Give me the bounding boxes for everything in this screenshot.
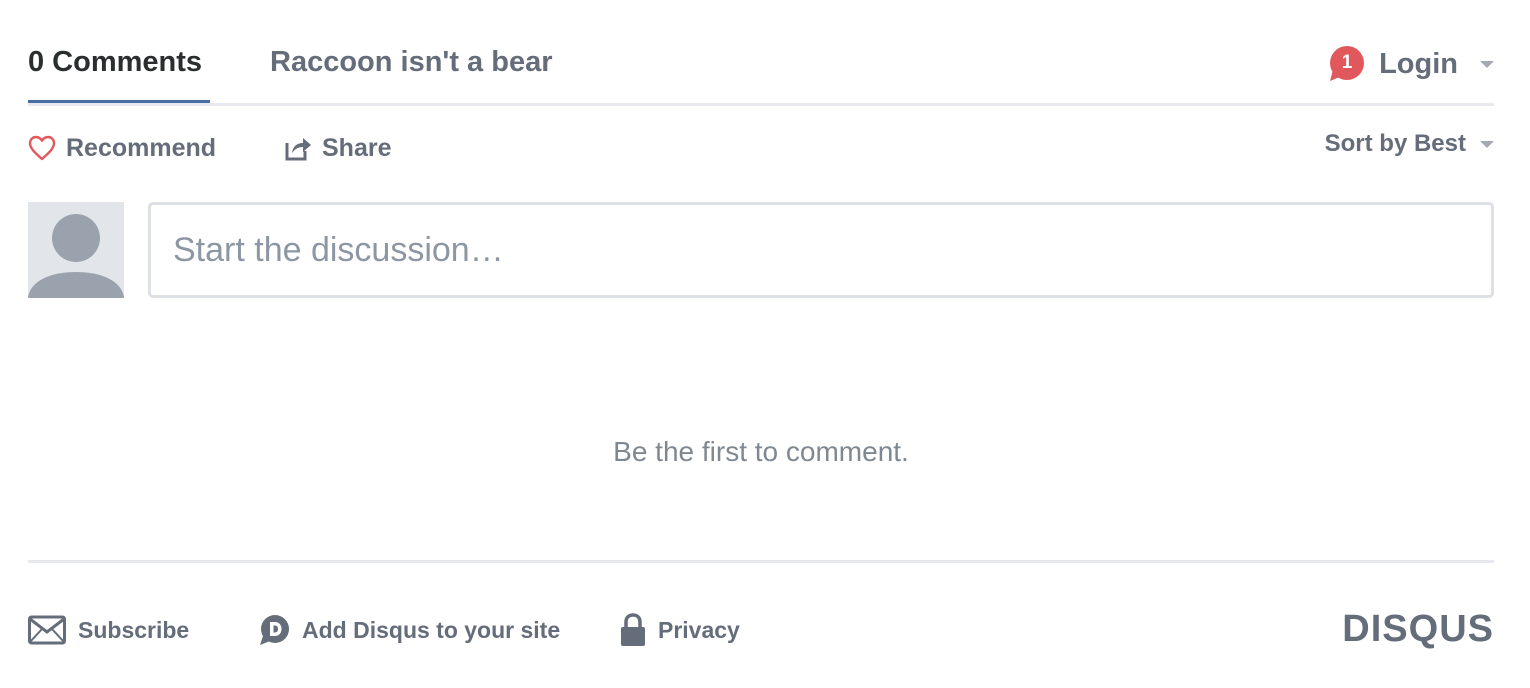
sort-label: Sort by Best bbox=[1324, 130, 1466, 157]
footer-divider bbox=[28, 560, 1494, 563]
disqus-logo-icon bbox=[260, 615, 289, 645]
add-disqus-link[interactable]: Add Disqus to your site bbox=[258, 612, 560, 648]
active-tab-indicator bbox=[28, 100, 210, 103]
comment-composer[interactable] bbox=[148, 202, 1494, 298]
subscribe-label: Subscribe bbox=[78, 616, 190, 643]
tab-comments[interactable]: 0 Comments bbox=[28, 46, 202, 79]
comment-input[interactable] bbox=[173, 230, 1469, 270]
notification-count: 1 bbox=[1341, 52, 1353, 73]
top-nav: 0 Comments Raccoon isn't a bear 1 Login bbox=[28, 0, 1494, 106]
login-menu[interactable]: 1 Login bbox=[1329, 44, 1494, 84]
privacy-label: Privacy bbox=[658, 616, 740, 643]
notification-badge[interactable]: 1 bbox=[1329, 46, 1365, 82]
subscribe-link[interactable]: Subscribe bbox=[28, 612, 189, 648]
empty-state-message: Be the first to comment. bbox=[613, 436, 909, 467]
recommend-button[interactable]: Recommend bbox=[28, 128, 216, 168]
sort-dropdown[interactable]: Sort by Best bbox=[1325, 124, 1494, 164]
disqus-thread: 0 Comments Raccoon isn't a bear 1 Login … bbox=[28, 0, 1494, 688]
share-label: Share bbox=[322, 133, 392, 162]
chevron-down-icon bbox=[1480, 140, 1494, 148]
chevron-down-icon bbox=[1480, 60, 1494, 68]
disqus-brand-logo[interactable]: DISQUS bbox=[1342, 608, 1494, 651]
login-label: Login bbox=[1379, 47, 1458, 80]
heart-icon bbox=[28, 135, 56, 161]
share-button[interactable]: Share bbox=[284, 128, 391, 168]
avatar[interactable] bbox=[28, 202, 124, 298]
add-disqus-label: Add Disqus to your site bbox=[302, 616, 561, 643]
privacy-link[interactable]: Privacy bbox=[620, 612, 740, 648]
recommend-label: Recommend bbox=[66, 133, 217, 162]
action-bar: Recommend Share Sort by Best bbox=[28, 128, 1494, 168]
avatar-icon bbox=[28, 202, 124, 298]
share-icon bbox=[285, 138, 311, 161]
tab-community[interactable]: Raccoon isn't a bear bbox=[270, 46, 552, 79]
lock-icon bbox=[621, 613, 645, 646]
envelope-icon bbox=[28, 615, 66, 645]
